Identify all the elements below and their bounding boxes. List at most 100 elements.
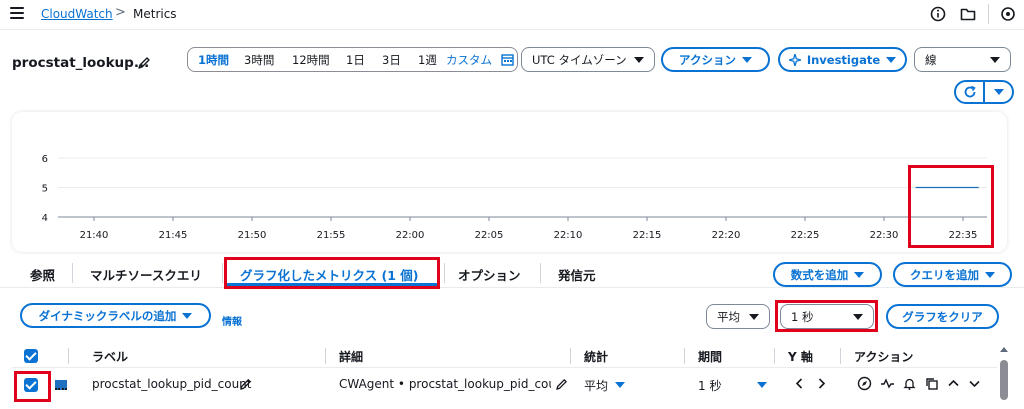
- chevron-down-icon[interactable]: [967, 376, 982, 391]
- add-query-label: クエリを追加: [910, 267, 979, 282]
- chevron-down-icon: [990, 56, 1000, 63]
- x-tick-label: 22:15: [633, 230, 662, 241]
- add-dynamic-label-button[interactable]: ダイナミックラベルの追加: [20, 303, 211, 328]
- folder-icon[interactable]: [959, 5, 977, 23]
- refresh-icon: [964, 85, 976, 98]
- column-header-y-axis: Y 軸: [788, 350, 813, 364]
- table-row: procstat_lookup_pid_count CWAgent • proc…: [12, 370, 997, 400]
- scroll-up-icon[interactable]: [999, 344, 1009, 354]
- add-math-label: 数式を追加: [790, 267, 849, 282]
- highlight-box-period: [775, 300, 878, 332]
- actions-button[interactable]: アクション: [661, 47, 770, 72]
- info-link[interactable]: 情報: [222, 313, 242, 328]
- top-divider: [988, 4, 989, 24]
- y-tick-label: 6: [42, 154, 48, 165]
- time-range-12h[interactable]: 12時間: [292, 52, 330, 68]
- edit-title-icon[interactable]: [137, 56, 151, 70]
- time-range-3d[interactable]: 3日: [382, 52, 401, 68]
- time-range-custom[interactable]: カスタム: [446, 52, 492, 68]
- table-header: ラベル 詳細 統計 期間 Y 軸 アクション: [12, 344, 997, 368]
- refresh-button[interactable]: [956, 82, 983, 102]
- time-range-1h[interactable]: 1時間: [198, 52, 229, 68]
- top-bar: CloudWatch > Metrics: [0, 0, 1024, 30]
- activity-icon[interactable]: [880, 376, 895, 391]
- graph-type-select[interactable]: 線: [914, 47, 1011, 72]
- chevron-down-icon: [886, 56, 897, 63]
- x-tick-label: 21:55: [317, 230, 346, 241]
- chevron-down-icon: [182, 312, 193, 319]
- x-tick-label: 22:25: [791, 230, 820, 241]
- stat-select-value: 平均: [717, 309, 740, 324]
- tab-source[interactable]: 発信元: [558, 265, 596, 284]
- actions-label: アクション: [679, 52, 736, 67]
- graph-type-value: 線: [925, 52, 937, 67]
- page-title: procstat_lookup...: [12, 55, 150, 71]
- x-tick-label: 21:40: [80, 230, 109, 241]
- x-tick-label: 22:00: [396, 230, 425, 241]
- edit-details-icon[interactable]: [555, 378, 568, 391]
- column-header-actions: アクション: [854, 350, 914, 364]
- chevron-down-icon: [854, 271, 865, 278]
- menu-icon[interactable]: [10, 7, 24, 19]
- calendar-icon[interactable]: [501, 53, 514, 66]
- x-tick-label: 22:10: [554, 230, 583, 241]
- timezone-value: UTC タイムゾーン: [532, 52, 627, 67]
- row-label: procstat_lookup_pid_count: [92, 377, 252, 391]
- sparkle-icon: [788, 53, 801, 66]
- highlight-box-checkbox: [14, 371, 51, 402]
- add-dynamic-label-label: ダイナミックラベルの追加: [38, 308, 177, 323]
- x-tick-label: 22:05: [475, 230, 504, 241]
- chevron-down-icon: [634, 56, 644, 63]
- chevron-left-icon[interactable]: [792, 376, 807, 391]
- column-header-label: ラベル: [92, 350, 129, 364]
- row-details: CWAgent • procstat_lookup_pid_count •: [339, 377, 551, 391]
- investigate-button[interactable]: Investigate: [778, 47, 907, 72]
- stat-select[interactable]: 平均: [706, 304, 770, 329]
- time-range-1d[interactable]: 1日: [346, 52, 365, 68]
- clear-graph-button[interactable]: グラフをクリア: [886, 304, 999, 329]
- highlight-box-chart: [908, 165, 994, 248]
- chevron-down-icon: [993, 89, 1004, 95]
- chevron-down-icon: [741, 56, 752, 63]
- x-tick-label: 21:45: [159, 230, 188, 241]
- add-query-button[interactable]: クエリを追加: [893, 262, 1012, 287]
- row-statistic[interactable]: 平均: [584, 377, 608, 394]
- series-color-swatch[interactable]: [55, 380, 67, 390]
- edit-label-icon[interactable]: [239, 378, 252, 391]
- select-all-checkbox[interactable]: [24, 349, 38, 363]
- time-range-3h[interactable]: 3時間: [244, 52, 274, 68]
- tab-multi-source-query[interactable]: マルチソースクエリ: [90, 265, 202, 284]
- scrollbar-thumb[interactable]: [1000, 360, 1008, 400]
- breadcrumb-current: Metrics: [133, 7, 177, 21]
- x-tick-label: 22:20: [712, 230, 741, 241]
- chevron-down-icon[interactable]: [615, 382, 625, 388]
- breadcrumb-cloudwatch[interactable]: CloudWatch: [41, 7, 113, 21]
- chevron-down-icon: [985, 271, 995, 278]
- x-tick-label: 22:30: [870, 230, 899, 241]
- chevron-down-icon: [749, 313, 759, 320]
- x-tick-label: 21:50: [238, 230, 267, 241]
- tab-options[interactable]: オプション: [458, 265, 521, 284]
- settings-icon[interactable]: [999, 5, 1017, 23]
- highlight-box-tab: [224, 257, 440, 289]
- metric-chart: 4 5 6 21:40 21:45 21:50 21:55 22:00 22:05 22:10 22…: [42, 154, 987, 241]
- chevron-up-icon[interactable]: [946, 376, 961, 391]
- row-period[interactable]: 1 秒: [698, 377, 721, 394]
- time-range-1w[interactable]: 1週: [418, 52, 437, 68]
- column-header-details: 詳細: [339, 350, 364, 364]
- investigate-label: Investigate: [806, 52, 881, 67]
- refresh-options-button[interactable]: [985, 82, 1012, 102]
- chevron-right-icon[interactable]: [814, 376, 829, 391]
- copy-icon[interactable]: [924, 376, 939, 391]
- tab-browse[interactable]: 参照: [30, 265, 55, 284]
- refresh-button-group: [954, 80, 1014, 104]
- bell-icon[interactable]: [902, 376, 917, 391]
- timezone-select[interactable]: UTC タイムゾーン: [521, 47, 655, 72]
- clear-graph-label: グラフをクリア: [902, 309, 983, 324]
- add-math-button[interactable]: 数式を追加: [773, 262, 882, 287]
- column-header-period: 期間: [698, 350, 723, 364]
- y-tick-label: 5: [42, 184, 48, 195]
- info-icon[interactable]: [929, 5, 947, 23]
- compass-icon[interactable]: [857, 376, 872, 391]
- chevron-down-icon[interactable]: [757, 382, 767, 388]
